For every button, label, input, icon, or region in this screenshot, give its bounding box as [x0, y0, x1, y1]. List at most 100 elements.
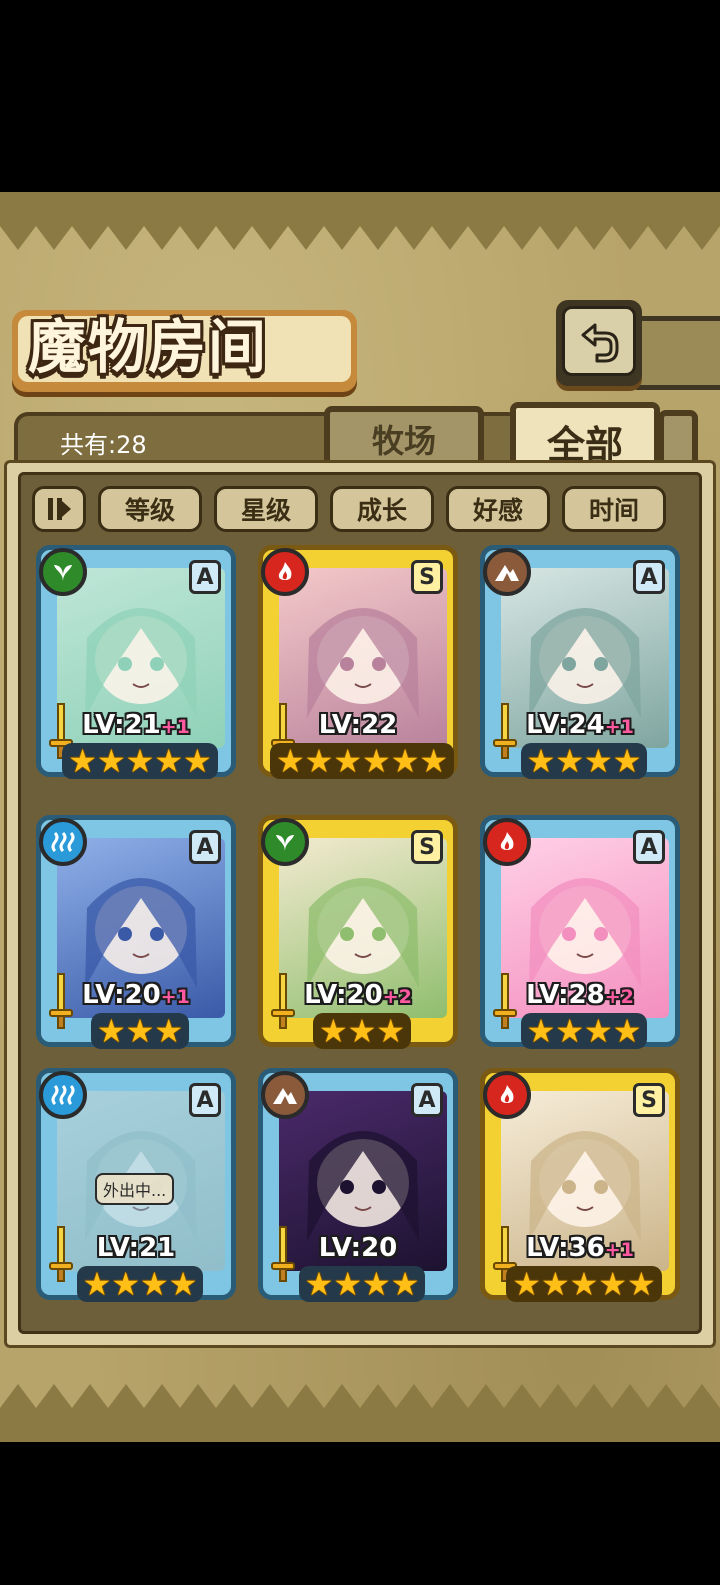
star-icon: ★ — [512, 1265, 541, 1303]
level-label: LV:20+1 — [41, 980, 231, 1010]
level-bonus: +1 — [160, 986, 190, 1008]
back-arrow-icon — [581, 323, 619, 363]
monster-card[interactable]: S LV:36+1 ★★★★★ — [480, 1068, 688, 1308]
rank-label: A — [196, 1087, 214, 1113]
star-icon: ★ — [125, 742, 155, 780]
star-icon: ★ — [82, 1265, 112, 1303]
level-value: LV:36 — [526, 1233, 605, 1263]
monster-card[interactable]: A LV:28+2 ★★★★ — [480, 815, 688, 1055]
rank-badge: S — [411, 560, 443, 594]
star-rating: ★★★★★ — [480, 1266, 688, 1302]
star-icon: ★ — [362, 1265, 391, 1303]
level-bonus: +2 — [604, 986, 634, 1008]
star-icon: ★ — [390, 1265, 420, 1303]
level-label: LV:20+2 — [263, 980, 453, 1010]
star-icon: ★ — [555, 742, 584, 780]
earth-icon — [261, 1071, 309, 1119]
rank-label: S — [419, 834, 435, 860]
level-value: LV:20 — [82, 980, 161, 1010]
star-rating: ★★★★ — [258, 1266, 466, 1302]
sort-time-button[interactable]: 时间 — [562, 486, 666, 532]
monster-card[interactable]: S LV:20+2 ★★★ — [258, 815, 466, 1055]
star-icon: ★ — [125, 1012, 155, 1050]
monster-count: 共有:28 — [60, 431, 147, 459]
star-icon: ★ — [347, 1012, 377, 1050]
star-icon: ★ — [333, 1265, 362, 1303]
rank-label: A — [418, 1087, 436, 1113]
rank-badge: S — [411, 830, 443, 864]
earth-icon — [483, 548, 531, 596]
star-icon: ★ — [154, 1012, 184, 1050]
monster-card[interactable]: S LV:22 ★★★★★★ — [258, 545, 466, 785]
star-icon: ★ — [154, 742, 184, 780]
star-icon: ★ — [526, 1012, 556, 1050]
water-icon — [39, 1071, 87, 1119]
fire-icon — [483, 1071, 531, 1119]
rank-badge: S — [633, 1083, 665, 1117]
star-rating: ★★★★★★ — [258, 743, 466, 779]
back-button-rail — [636, 316, 720, 390]
level-value: LV:20 — [318, 1233, 398, 1263]
level-label: LV:21+1 — [41, 710, 231, 740]
level-label: LV:24+1 — [485, 710, 675, 740]
rank-badge: A — [189, 1083, 221, 1117]
tab-edge — [658, 410, 698, 466]
star-icon: ★ — [304, 1265, 334, 1303]
top-border-decoration — [0, 192, 720, 250]
monster-card[interactable]: A LV:21+1 ★★★★★ — [36, 545, 244, 785]
star-icon: ★ — [333, 742, 362, 780]
star-icon: ★ — [612, 742, 642, 780]
monster-card[interactable]: A LV:24+1 ★★★★ — [480, 545, 688, 785]
sort-bar: 等级 星级 成长 好感 时间 — [32, 486, 672, 536]
monster-card[interactable]: A LV:20 ★★★★ — [258, 1068, 466, 1308]
monster-card[interactable]: A LV:20+1 ★★★ — [36, 815, 244, 1055]
level-bonus: +1 — [604, 1239, 634, 1261]
star-icon: ★ — [526, 742, 556, 780]
star-rating: ★★★★ — [480, 743, 688, 779]
sort-order-toggle[interactable] — [32, 486, 86, 532]
level-bonus: +2 — [382, 986, 412, 1008]
star-icon: ★ — [68, 742, 97, 780]
star-icon: ★ — [318, 1012, 348, 1050]
rank-label: S — [641, 1087, 657, 1113]
level-value: LV:20 — [304, 980, 383, 1010]
level-value: LV:24 — [526, 710, 605, 740]
rank-badge: A — [633, 560, 665, 594]
monster-card[interactable]: A LV:21 外出中... ★★★★ — [36, 1068, 244, 1308]
level-bonus: +1 — [604, 716, 634, 738]
fire-icon — [261, 548, 309, 596]
star-rating: ★★★★ — [480, 1013, 688, 1049]
sort-level-button[interactable]: 等级 — [98, 486, 202, 532]
sort-growth-button[interactable]: 成长 — [330, 486, 434, 532]
star-icon: ★ — [168, 1265, 198, 1303]
star-rating: ★★★ — [258, 1013, 466, 1049]
star-icon: ★ — [183, 742, 212, 780]
star-icon: ★ — [390, 742, 420, 780]
rank-label: A — [640, 834, 658, 860]
star-icon: ★ — [304, 742, 334, 780]
star-icon: ★ — [96, 742, 126, 780]
away-status: 外出中... — [95, 1173, 175, 1205]
star-rating: ★★★ — [36, 1013, 244, 1049]
rank-label: S — [419, 564, 435, 590]
star-icon: ★ — [569, 1265, 599, 1303]
water-icon — [39, 818, 87, 866]
level-label: LV:20 — [263, 1233, 453, 1263]
rank-badge: A — [189, 560, 221, 594]
star-icon: ★ — [540, 1265, 570, 1303]
nature-icon — [261, 818, 309, 866]
star-icon: ★ — [362, 742, 391, 780]
bottom-border-decoration — [0, 1384, 720, 1442]
sort-affection-button[interactable]: 好感 — [446, 486, 550, 532]
star-rating: ★★★★★ — [36, 743, 244, 779]
level-bonus: +1 — [160, 716, 190, 738]
star-icon: ★ — [419, 742, 449, 780]
rank-label: A — [196, 834, 214, 860]
star-icon: ★ — [376, 1012, 406, 1050]
back-button[interactable] — [556, 300, 642, 386]
star-icon: ★ — [96, 1012, 126, 1050]
sort-star-button[interactable]: 星级 — [214, 486, 318, 532]
level-value: LV:28 — [526, 980, 605, 1010]
level-value: LV:21 — [96, 1233, 176, 1263]
tab-ranch[interactable]: 牧场 — [324, 406, 484, 466]
